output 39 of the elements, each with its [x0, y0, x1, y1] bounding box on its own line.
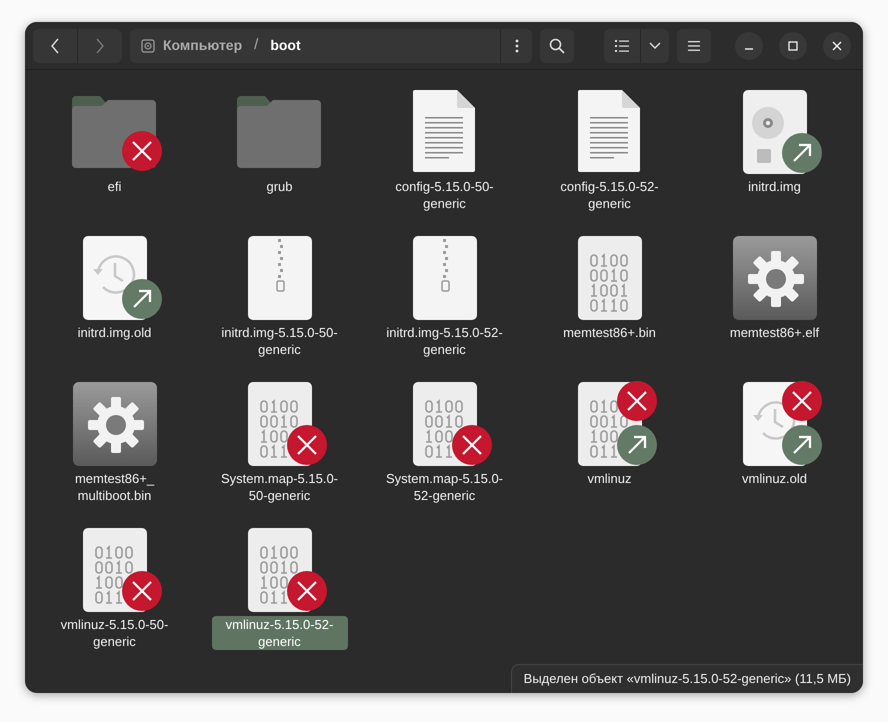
file-name[interactable]: memtest86+_multiboot.bin	[46, 470, 182, 504]
close-button[interactable]	[823, 32, 851, 60]
file-name[interactable]: vmlinuz-5.15.0-52-generic	[212, 616, 348, 650]
path-separator: /	[254, 35, 258, 56]
breadcrumb[interactable]: boot	[270, 35, 301, 56]
file-name[interactable]: initrd.img	[744, 178, 805, 195]
maximize-button[interactable]	[779, 32, 807, 60]
file-name[interactable]: vmlinuz-5.15.0-50-generic	[46, 616, 182, 650]
file-name[interactable]: vmlinuz	[583, 470, 636, 487]
search-icon	[549, 38, 565, 54]
file-name[interactable]: config-5.15.0-50-generic	[376, 178, 512, 212]
file-name[interactable]: grub	[262, 178, 297, 195]
drive-icon	[141, 38, 155, 52]
maximize-icon	[788, 40, 798, 50]
file-name[interactable]: initrd.img.old	[74, 324, 156, 341]
file-name[interactable]: efi	[104, 178, 126, 195]
breadcrumb[interactable]: Компьютер	[163, 35, 242, 56]
file-name[interactable]: config-5.15.0-52-generic	[542, 178, 678, 212]
menu-icon	[688, 40, 700, 50]
path-bar[interactable]: Компьютер / boot	[130, 28, 532, 62]
chevron-down-icon	[649, 42, 661, 50]
file-name[interactable]: System.map-5.15.0-52-generic	[376, 470, 512, 504]
file-name[interactable]: memtest86+.bin	[559, 324, 660, 341]
list-view-button[interactable]	[604, 28, 640, 62]
close-icon	[832, 40, 842, 50]
main-menu-button[interactable]	[677, 28, 711, 62]
back-button[interactable]	[33, 28, 77, 62]
file-name[interactable]: System.map-5.15.0-50-generic	[212, 470, 348, 504]
list-icon	[615, 40, 629, 52]
search-button[interactable]	[540, 28, 574, 62]
file-name[interactable]: vmlinuz.old	[738, 470, 812, 487]
minimize-icon	[745, 48, 753, 50]
file-name[interactable]: initrd.img-5.15.0-50-generic	[212, 324, 348, 358]
minimize-button[interactable]	[735, 32, 763, 60]
file-name[interactable]: memtest86+.elf	[726, 324, 824, 341]
file-name[interactable]: initrd.img-5.15.0-52-generic	[376, 324, 512, 358]
status-text: Выделен объект «vmlinuz-5.15.0-52-generic» (11,5 МБ)	[510, 664, 863, 693]
view-options-button[interactable]	[641, 28, 669, 62]
vertical-dots-icon	[514, 38, 518, 52]
